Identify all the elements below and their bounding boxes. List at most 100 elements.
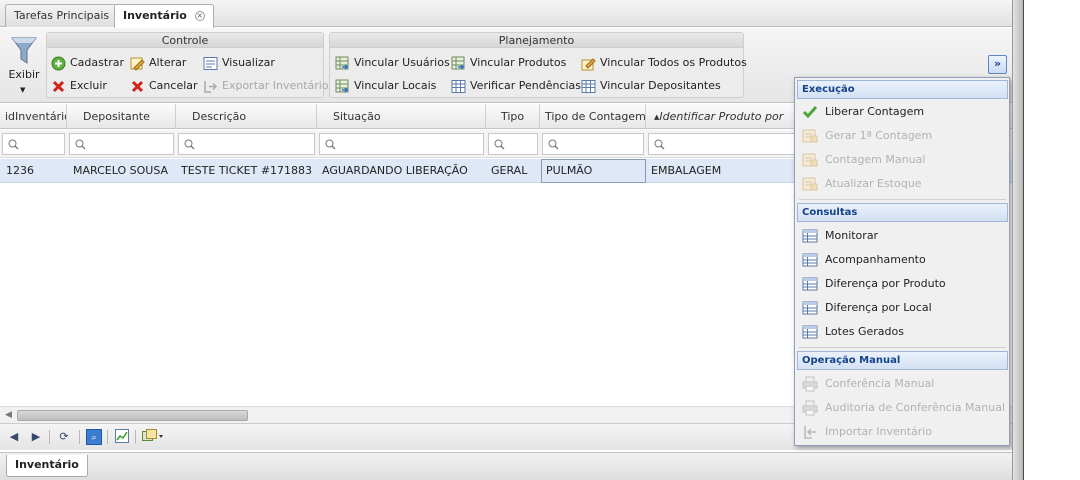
actions-dropdown-menu: Execução Liberar Contagem Gerar 1ª Conta… bbox=[794, 77, 1010, 446]
menu-item-diferenca-por-produto[interactable]: Diferença por Produto bbox=[797, 272, 1008, 296]
search-icon bbox=[8, 139, 19, 150]
menu-item-auditoria-conferencia-manual[interactable]: Auditoria de Conferência Manual bbox=[797, 396, 1008, 420]
refresh-icon[interactable]: ⟳ bbox=[56, 429, 72, 445]
menu-item-conferencia-manual[interactable]: Conferência Manual bbox=[797, 372, 1008, 396]
group-title: Controle bbox=[47, 33, 323, 48]
exibir-label: Exibir bbox=[8, 68, 40, 81]
button-label: Exportar Inventário bbox=[222, 79, 329, 92]
bottom-tab-inventario[interactable]: Inventário bbox=[6, 455, 88, 477]
check-icon bbox=[802, 106, 818, 119]
tab-inventario[interactable]: Inventário × bbox=[114, 4, 214, 28]
menu-item-importar-inventario[interactable]: Importar Inventário bbox=[797, 420, 1008, 444]
menu-item-label: Diferença por Local bbox=[825, 301, 932, 314]
menu-item-label: Importar Inventário bbox=[825, 425, 933, 438]
menu-item-label: Atualizar Estoque bbox=[825, 177, 922, 190]
planejamento-group: Planejamento Vincular Usuários Vincular … bbox=[329, 32, 747, 98]
table-icon bbox=[802, 229, 818, 243]
close-icon[interactable]: × bbox=[194, 11, 205, 21]
button-label: Excluir bbox=[70, 79, 107, 92]
form-icon bbox=[802, 153, 818, 167]
filter-input-depositante[interactable] bbox=[69, 133, 174, 155]
controle-group: Controle Cadastrar Alterar Visualizar Ex… bbox=[46, 32, 329, 98]
chart-icon[interactable] bbox=[114, 429, 130, 445]
menu-item-label: Contagem Manual bbox=[825, 153, 926, 166]
link-table-icon bbox=[335, 56, 349, 70]
filter-input-tipo[interactable] bbox=[488, 133, 538, 155]
grid-icon bbox=[581, 80, 596, 93]
menu-item-monitorar[interactable]: Monitorar bbox=[797, 224, 1008, 248]
search-icon bbox=[184, 139, 195, 150]
search-icon bbox=[325, 139, 336, 150]
column-header-tipo-contagem[interactable]: Tipo de Contagem bbox=[540, 104, 646, 129]
search-icon bbox=[75, 139, 86, 150]
button-label: Verificar Pendências bbox=[470, 79, 582, 92]
next-page-icon[interactable]: ▶ bbox=[28, 429, 44, 445]
menu-item-label: Auditoria de Conferência Manual bbox=[825, 401, 1005, 414]
form-icon bbox=[802, 129, 818, 143]
menu-item-lotes-gerados[interactable]: Lotes Gerados bbox=[797, 320, 1008, 344]
filter-input-idinventario[interactable] bbox=[2, 133, 65, 155]
cancel-icon bbox=[131, 80, 144, 93]
inventory-window: Tarefas Principais Inventário × Exibir ▼… bbox=[0, 0, 1013, 480]
scroll-left-icon[interactable]: ◀ bbox=[5, 410, 12, 420]
menu-item-contagem-manual[interactable]: Contagem Manual bbox=[797, 148, 1008, 172]
tab-label: Inventário bbox=[123, 9, 187, 22]
button-label: Cancelar bbox=[149, 79, 198, 92]
table-cell: MARCELO SOUSA bbox=[73, 164, 169, 177]
focused-table-cell[interactable]: PULMÃO bbox=[541, 159, 646, 183]
button-label: Vincular Usuários bbox=[354, 56, 450, 69]
filter-input-tipo-contagem[interactable] bbox=[542, 133, 644, 155]
column-header-descricao[interactable]: Descrição bbox=[176, 104, 317, 129]
table-cell: 1236 bbox=[6, 164, 34, 177]
button-label: Visualizar bbox=[222, 56, 275, 69]
column-header-depositante[interactable]: Depositante bbox=[67, 104, 176, 129]
previous-page-icon[interactable]: ◀ bbox=[6, 429, 22, 445]
table-icon bbox=[802, 277, 818, 291]
separator bbox=[135, 430, 136, 444]
menu-item-label: Diferença por Produto bbox=[825, 277, 946, 290]
menu-section-operacao-manual: Operação Manual bbox=[797, 351, 1008, 370]
table-cell: TESTE TICKET #171883 bbox=[181, 164, 313, 177]
toolbar-overflow-button[interactable]: » bbox=[988, 55, 1007, 74]
delete-icon bbox=[52, 80, 65, 93]
column-header-situacao[interactable]: Situação bbox=[317, 104, 486, 129]
table-cell: GERAL bbox=[491, 164, 528, 177]
menu-item-atualizar-estoque[interactable]: Atualizar Estoque bbox=[797, 172, 1008, 196]
tab-tarefas-principais[interactable]: Tarefas Principais bbox=[5, 4, 119, 27]
search-grid-icon[interactable]: ⌕ bbox=[86, 429, 102, 445]
import-icon bbox=[804, 426, 816, 439]
tab-label: Tarefas Principais bbox=[14, 9, 110, 22]
printer-icon bbox=[802, 376, 818, 392]
menu-item-label: Conferência Manual bbox=[825, 377, 935, 390]
menu-section-consultas: Consultas bbox=[797, 203, 1008, 222]
printer-icon bbox=[802, 400, 818, 416]
column-header-idinventario[interactable]: idInventário bbox=[0, 104, 67, 129]
separator bbox=[107, 430, 108, 444]
bottom-tab-bar: Inventário bbox=[0, 452, 1012, 480]
column-header-tipo[interactable]: Tipo bbox=[486, 104, 540, 129]
search-icon bbox=[654, 139, 665, 150]
filter-input-situacao[interactable] bbox=[319, 133, 484, 155]
export-menu-icon[interactable] bbox=[141, 429, 165, 445]
table-cell: EMBALAGEM bbox=[651, 164, 722, 177]
tab-strip: Tarefas Principais Inventário × bbox=[0, 0, 1012, 28]
funnel-icon bbox=[11, 37, 37, 64]
scrollbar-thumb[interactable] bbox=[17, 410, 248, 421]
menu-item-label: Monitorar bbox=[825, 229, 879, 242]
menu-item-liberar-contagem[interactable]: Liberar Contagem bbox=[797, 100, 1008, 124]
export-icon bbox=[204, 81, 218, 93]
exibir-button[interactable]: Exibir ▼ bbox=[6, 36, 42, 96]
filter-input-identificar-produto[interactable] bbox=[648, 133, 808, 155]
column-header-identificar-produto[interactable]: ▲Identificar Produto por bbox=[646, 104, 806, 129]
filter-input-descricao[interactable] bbox=[178, 133, 315, 155]
menu-item-acompanhamento[interactable]: Acompanhamento bbox=[797, 248, 1008, 272]
form-icon bbox=[802, 177, 818, 191]
table-icon bbox=[802, 325, 818, 339]
button-label: Vincular Locais bbox=[354, 79, 437, 92]
menu-item-diferenca-por-local[interactable]: Diferença por Local bbox=[797, 296, 1008, 320]
edit-icon bbox=[130, 57, 145, 71]
group-title: Planejamento bbox=[330, 33, 743, 48]
menu-item-gerar-1a-contagem[interactable]: Gerar 1ª Contagem bbox=[797, 124, 1008, 148]
button-label: Vincular Depositantes bbox=[600, 79, 721, 92]
window-border bbox=[1013, 0, 1024, 480]
